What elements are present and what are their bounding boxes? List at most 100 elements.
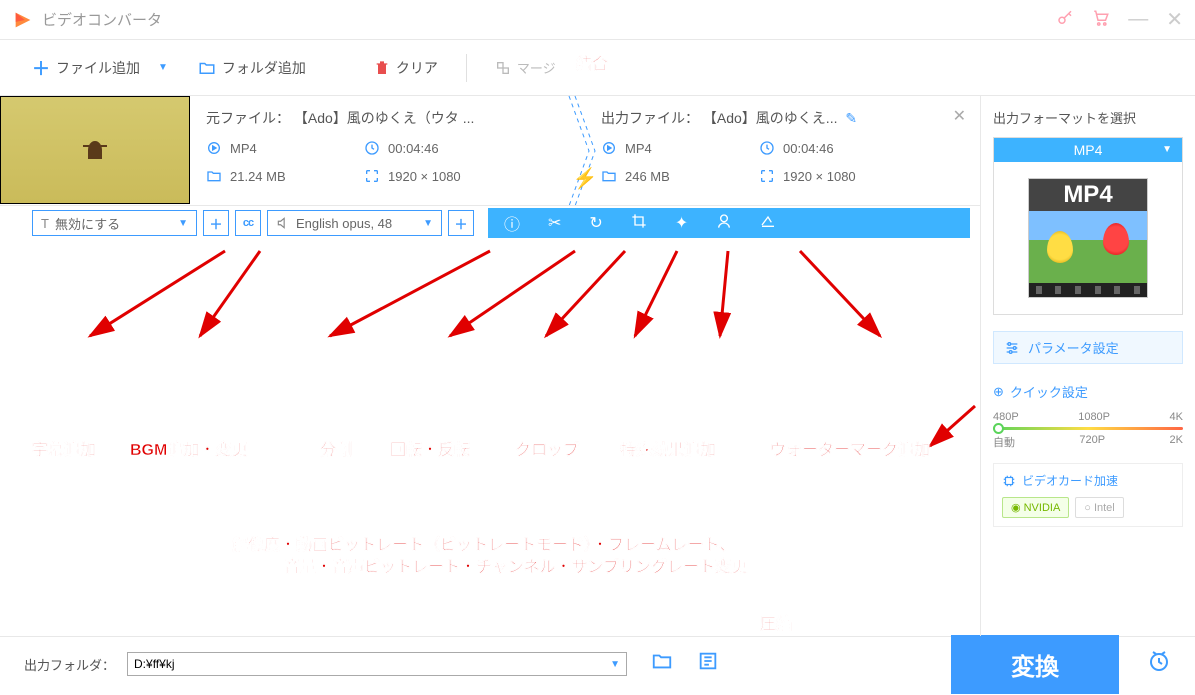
edit-name-button[interactable]: ✎: [845, 110, 857, 126]
titlebar: ビデオコンバータ — ✕: [0, 0, 1195, 40]
add-folder-button[interactable]: フォルダ追加: [198, 58, 306, 78]
res-1080p: 1080P: [1078, 411, 1110, 423]
format-selected-label: MP4: [1074, 142, 1103, 158]
bottom-bar: 出力フォルダ： D:¥ff¥kj ▼ 変換: [0, 636, 1195, 691]
convert-button[interactable]: 変換: [951, 635, 1119, 694]
intel-badge[interactable]: ○ Intel: [1075, 497, 1123, 518]
slider-handle[interactable]: [993, 423, 1004, 434]
annotation-param2: 音量・音声ビットレート・チャンネル・サンプリングレート変更: [284, 553, 747, 577]
chevron-down-icon: ▼: [1162, 144, 1172, 155]
source-duration: 00:04:46: [388, 141, 439, 156]
source-file-name: 【Ado】風のゆくえ（ウタ ...: [294, 110, 474, 126]
crop-tool[interactable]: [631, 213, 647, 234]
watermark-text-tool[interactable]: [716, 213, 732, 234]
app-logo-icon: [12, 9, 34, 31]
close-button[interactable]: ✕: [1166, 7, 1183, 32]
quick-title-label: クイック設定: [1010, 382, 1088, 401]
output-file-label: 出力ファイル：: [601, 110, 699, 126]
tool-strip: ⓘ ✂ ↻ ✦: [488, 208, 970, 238]
output-resolution: 1920 × 1080: [783, 169, 856, 184]
res-720p: 720P: [1079, 434, 1105, 450]
add-audio-button[interactable]: ＋: [448, 210, 474, 236]
res-2k: 2K: [1170, 434, 1183, 450]
chevron-down-icon: ▼: [610, 659, 620, 670]
folder-icon: [206, 168, 222, 184]
separator: [466, 54, 467, 82]
subtitle-mode-value: 無効にする: [55, 214, 120, 233]
app-title: ビデオコンバータ: [42, 9, 1056, 30]
add-file-button[interactable]: ＋ ファイル追加: [32, 55, 140, 81]
info-tool[interactable]: ⓘ: [504, 211, 520, 235]
chevron-down-icon: ▼: [423, 218, 433, 229]
clock-icon: [759, 140, 775, 156]
annotation-watermark: ウォーターマーク追加: [770, 436, 930, 460]
key-icon[interactable]: [1056, 9, 1074, 30]
cart-icon[interactable]: [1092, 9, 1110, 30]
convert-label: 変換: [1011, 654, 1059, 681]
folder-icon: [198, 59, 216, 77]
format-icon: [206, 140, 222, 156]
output-format: MP4: [625, 141, 652, 156]
subtitle-mode-select[interactable]: T 無効にする ▼: [32, 210, 197, 236]
speaker-icon: [276, 216, 290, 230]
video-thumbnail[interactable]: [0, 96, 190, 204]
out-folder-path: D:¥ff¥kj: [134, 657, 174, 671]
compress-button[interactable]: [697, 650, 719, 678]
cut-tool[interactable]: ✂: [548, 213, 561, 233]
annotation-crop: クロップ: [515, 436, 579, 460]
output-file-name: 【Ado】風のゆくえ...: [703, 110, 838, 126]
params-button[interactable]: パラメータ設定: [993, 331, 1183, 364]
annotation-compress: 圧縮: [760, 610, 792, 634]
clock-icon: [364, 140, 380, 156]
add-folder-label: フォルダ追加: [222, 58, 306, 78]
trash-icon: [374, 60, 390, 76]
sliders-icon: [1004, 340, 1020, 356]
open-folder-button[interactable]: [651, 650, 673, 678]
chevron-down-icon: ▼: [178, 218, 188, 229]
file-row: ✕ ⚡ 元ファイル： 【Ado】風のゆくえ（ウタ ... MP4 00:04:4…: [0, 96, 980, 206]
res-auto: 自動: [993, 434, 1015, 450]
annotation-split: 分割: [320, 436, 352, 460]
gpu-title-label: ビデオカード加速: [1022, 472, 1118, 489]
add-file-label: ファイル追加: [56, 58, 140, 78]
bolt-icon: ⚡: [573, 166, 598, 191]
rotate-tool[interactable]: ↻: [589, 213, 602, 233]
remove-file-button[interactable]: ✕: [953, 106, 966, 126]
clear-button[interactable]: クリア: [374, 58, 438, 78]
merge-label: マージ: [517, 58, 556, 77]
intel-label: Intel: [1094, 502, 1115, 514]
source-resolution: 1920 × 1080: [388, 169, 461, 184]
schedule-button[interactable]: [1147, 649, 1171, 679]
quick-settings: ⊕クイック設定 480P1080P4K 自動720P2K: [993, 382, 1183, 451]
resolution-slider[interactable]: 480P 1080P 4K 自動 720P 2K: [993, 411, 1183, 451]
annotation-bgm: BGM追加・変更: [130, 436, 247, 460]
output-size: 246 MB: [625, 169, 670, 184]
annotation-rotate: 回転・反転: [390, 436, 470, 460]
merge-icon: [495, 60, 511, 76]
source-file-label: 元ファイル：: [206, 110, 290, 126]
out-folder-select[interactable]: D:¥ff¥kj ▼: [127, 652, 627, 676]
clear-label: クリア: [396, 58, 438, 78]
annotation-subtitle: 字幕追加: [32, 436, 96, 460]
res-4k: 4K: [1170, 411, 1183, 423]
mp4-label: MP4: [1029, 179, 1147, 211]
output-format-title: 出力フォーマットを選択: [993, 108, 1183, 127]
chevron-down-icon[interactable]: ▼: [158, 62, 168, 73]
source-size: 21.24 MB: [230, 169, 286, 184]
params-label: パラメータ設定: [1028, 338, 1119, 357]
minimize-button[interactable]: —: [1128, 8, 1148, 31]
plus-icon: ＋: [32, 55, 50, 81]
nvidia-badge[interactable]: ◉ NVIDIA: [1002, 497, 1069, 518]
watermark-image-tool[interactable]: [760, 213, 776, 234]
output-duration: 00:04:46: [783, 141, 834, 156]
format-selector[interactable]: MP4 ▼ MP4: [993, 137, 1183, 315]
effect-tool[interactable]: ✦: [675, 213, 688, 233]
merge-button[interactable]: マージ: [495, 58, 556, 77]
audio-track-select[interactable]: English opus, 48 ▼: [267, 210, 442, 236]
out-folder-label: 出力フォルダ：: [24, 655, 115, 674]
annotation-merge: 結合: [576, 50, 608, 74]
res-480p: 480P: [993, 411, 1019, 423]
cc-button[interactable]: cc: [235, 210, 261, 236]
add-subtitle-button[interactable]: ＋: [203, 210, 229, 236]
resolution-icon: [364, 168, 380, 184]
